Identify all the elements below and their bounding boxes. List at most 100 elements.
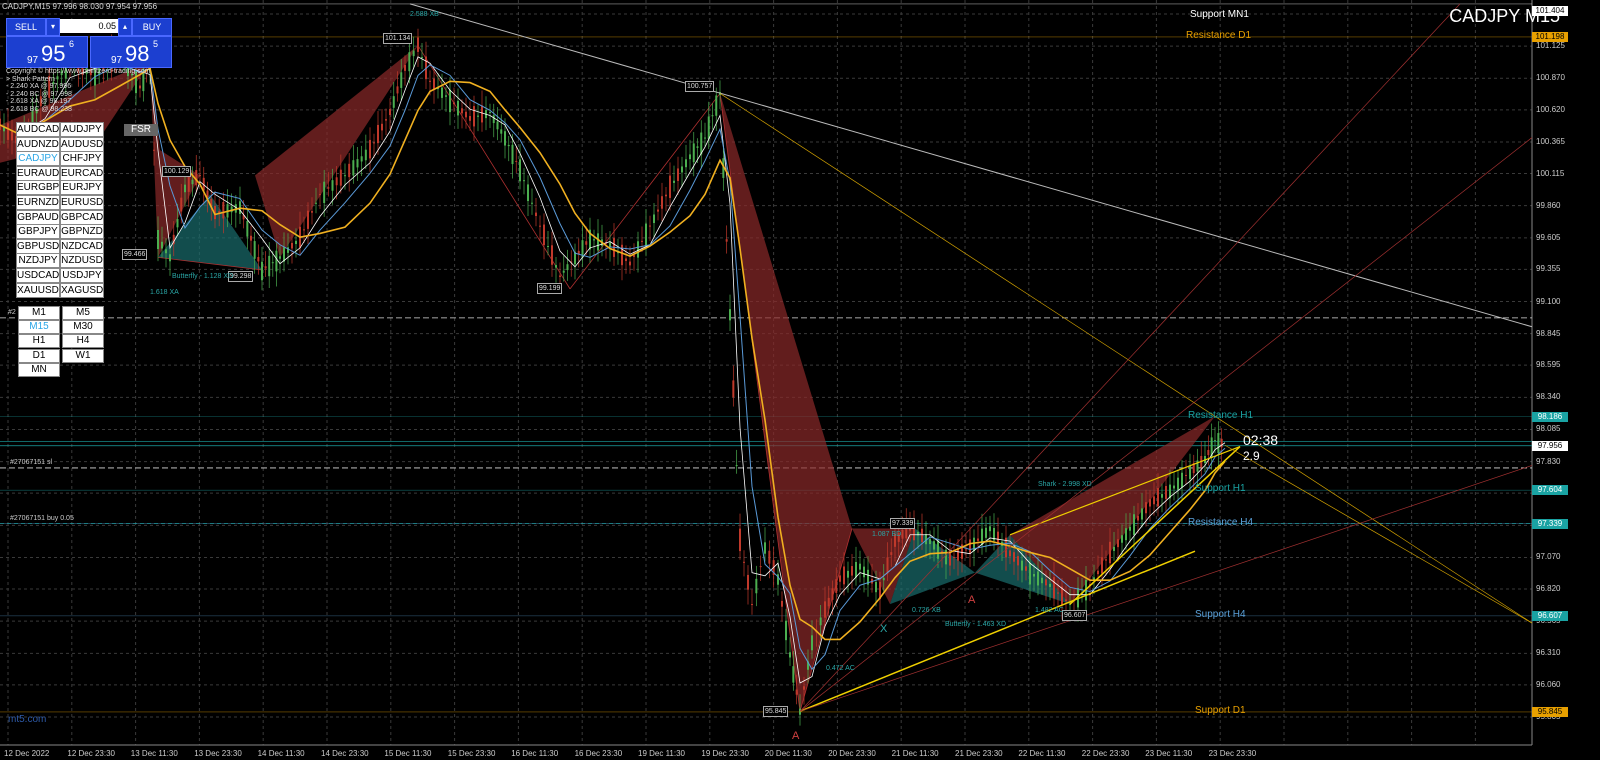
bid-sup: 6 xyxy=(69,39,75,49)
candle-body xyxy=(851,566,853,576)
candle-body xyxy=(835,579,838,593)
ask-main: 98 xyxy=(125,41,150,66)
pair-button-nzdjpy[interactable]: NZDJPY xyxy=(16,253,60,269)
candle-body xyxy=(1065,599,1067,602)
info-line: Copyright © https://www.pointzero-tradin… xyxy=(6,68,151,75)
timeframe-m30[interactable]: M30 xyxy=(62,320,104,335)
candle-body xyxy=(364,149,367,161)
timeframe-m1[interactable]: M1 xyxy=(18,306,60,320)
candle-body xyxy=(1177,477,1179,490)
pair-button-audjpy[interactable]: AUDJPY xyxy=(60,122,104,137)
price-marker: 98.186 xyxy=(1532,411,1568,422)
time-tick: 16 Dec 23:30 xyxy=(574,749,623,758)
pair-button-usdcad[interactable]: USDCAD xyxy=(16,268,60,283)
pair-button-xagusd[interactable]: XAGUSD xyxy=(60,282,104,298)
buy-button[interactable]: BUY xyxy=(132,18,172,36)
timeframe-h4[interactable]: H4 xyxy=(62,334,104,349)
pair-button-audnzd[interactable]: AUDNZD xyxy=(16,136,60,152)
price-marker: 101.198 xyxy=(1532,31,1568,42)
pair-button-audusd[interactable]: AUDUSD xyxy=(60,136,104,152)
pair-button-gbpcad[interactable]: GBPCAD xyxy=(60,209,104,225)
price-axis[interactable]: 101.380101.125100.870100.620100.365100.1… xyxy=(1532,0,1600,745)
price-tick: 99.355 xyxy=(1536,264,1561,274)
fsr-button[interactable]: FSR xyxy=(124,124,158,136)
pair-button-nzdusd[interactable]: NZDUSD xyxy=(60,253,104,269)
pair-button-nzdcad[interactable]: NZDCAD xyxy=(60,238,104,254)
lot-up-button[interactable]: ▴ xyxy=(118,18,132,36)
pair-button-eurgbp[interactable]: EURGBP xyxy=(16,180,60,196)
candle-body xyxy=(890,552,893,555)
candle-body xyxy=(1017,556,1019,566)
price-chart[interactable] xyxy=(0,0,1600,760)
order-label: #2 xyxy=(8,308,16,316)
ask-sup: 5 xyxy=(153,39,159,49)
price-tick: 99.605 xyxy=(1536,232,1561,242)
pair-button-audcad[interactable]: AUDCAD xyxy=(16,122,60,137)
pair-button-cadjpy[interactable]: CADJPY xyxy=(16,151,60,167)
bid-prefix: 97 xyxy=(27,55,39,66)
lot-size-input[interactable]: 0.05 xyxy=(60,19,119,33)
candle-body xyxy=(547,245,549,247)
candle-body xyxy=(1105,559,1107,561)
price-marker: 95.845 xyxy=(1532,706,1568,717)
pair-button-usdjpy[interactable]: USDJPY xyxy=(60,268,104,283)
candle-body xyxy=(819,617,822,626)
candle-body xyxy=(246,220,249,237)
candle-body xyxy=(507,144,510,147)
candle-body xyxy=(953,556,955,558)
sell-button[interactable]: SELL xyxy=(6,18,46,36)
pair-button-xauusd[interactable]: XAUUSD xyxy=(16,282,60,298)
pair-button-eurusd[interactable]: EURUSD xyxy=(60,195,104,210)
time-axis[interactable]: 12 Dec 2022 12 Dec 23:30 13 Dec 11:30 13 De… xyxy=(0,745,1532,760)
candle-body xyxy=(747,574,749,590)
candle-body xyxy=(356,159,359,168)
candle-body xyxy=(335,177,338,186)
price-tick: 100.620 xyxy=(1536,104,1565,114)
price-tick: 97.070 xyxy=(1536,552,1561,562)
pair-button-euraud[interactable]: EURAUD xyxy=(16,165,60,181)
candle-body xyxy=(348,163,351,178)
candle-body xyxy=(504,131,506,146)
candle-body xyxy=(715,95,718,116)
candle-body xyxy=(352,160,355,176)
pair-button-gbpaud[interactable]: GBPAUD xyxy=(16,209,60,225)
candle-body xyxy=(515,160,518,162)
level-label: Resistance D1 xyxy=(1186,29,1252,41)
timeframe-m5[interactable]: M5 xyxy=(62,306,104,320)
pair-button-chfjpy[interactable]: CHFJPY xyxy=(60,151,104,167)
pattern-annotation: Butterfly - 1.128 XD xyxy=(172,272,234,280)
watermark: mt5.com xyxy=(8,714,47,725)
candle-body xyxy=(685,159,687,168)
timeframe-m15[interactable]: M15 xyxy=(18,320,60,335)
timeframe-w1[interactable]: W1 xyxy=(62,348,104,363)
candle-body xyxy=(1181,472,1183,488)
time-tick: 23 Dec 11:30 xyxy=(1145,749,1193,758)
candle-body xyxy=(271,262,274,264)
candle-body xyxy=(673,180,675,183)
candle-body xyxy=(729,309,731,321)
lot-down-button[interactable]: ▾ xyxy=(46,18,60,36)
pair-button-gbpusd[interactable]: GBPUSD xyxy=(16,238,60,254)
bid-price-button[interactable]: 97 95 6 xyxy=(6,36,88,68)
time-tick: 15 Dec 11:30 xyxy=(384,749,432,758)
candle-body xyxy=(645,223,647,246)
ask-price-button[interactable]: 97 98 5 xyxy=(90,36,172,68)
pattern-info-text: Copyright © https://www.pointzero-tradin… xyxy=(6,68,150,113)
pair-button-eurjpy[interactable]: EURJPY xyxy=(60,180,104,196)
candle-body xyxy=(1113,546,1115,551)
candle-body xyxy=(937,540,939,559)
candle-body xyxy=(429,80,431,82)
timeframe-d1[interactable]: D1 xyxy=(18,348,60,363)
level-label: Support H1 xyxy=(1195,483,1246,495)
timeframe-h1[interactable]: H1 xyxy=(18,334,60,349)
timeframe-mn[interactable]: MN xyxy=(18,362,60,377)
pair-button-eurcad[interactable]: EURCAD xyxy=(60,165,104,181)
pair-button-gbpjpy[interactable]: GBPJPY xyxy=(16,224,60,240)
pair-button-gbpnzd[interactable]: GBPNZD xyxy=(60,224,104,240)
level-label: Support MN1 xyxy=(1190,8,1249,20)
candle-body xyxy=(311,211,313,213)
candle-body xyxy=(253,241,256,259)
pair-button-eurnzd[interactable]: EURNZD xyxy=(16,195,60,210)
candle-body xyxy=(759,566,762,568)
candle-body xyxy=(633,255,635,257)
